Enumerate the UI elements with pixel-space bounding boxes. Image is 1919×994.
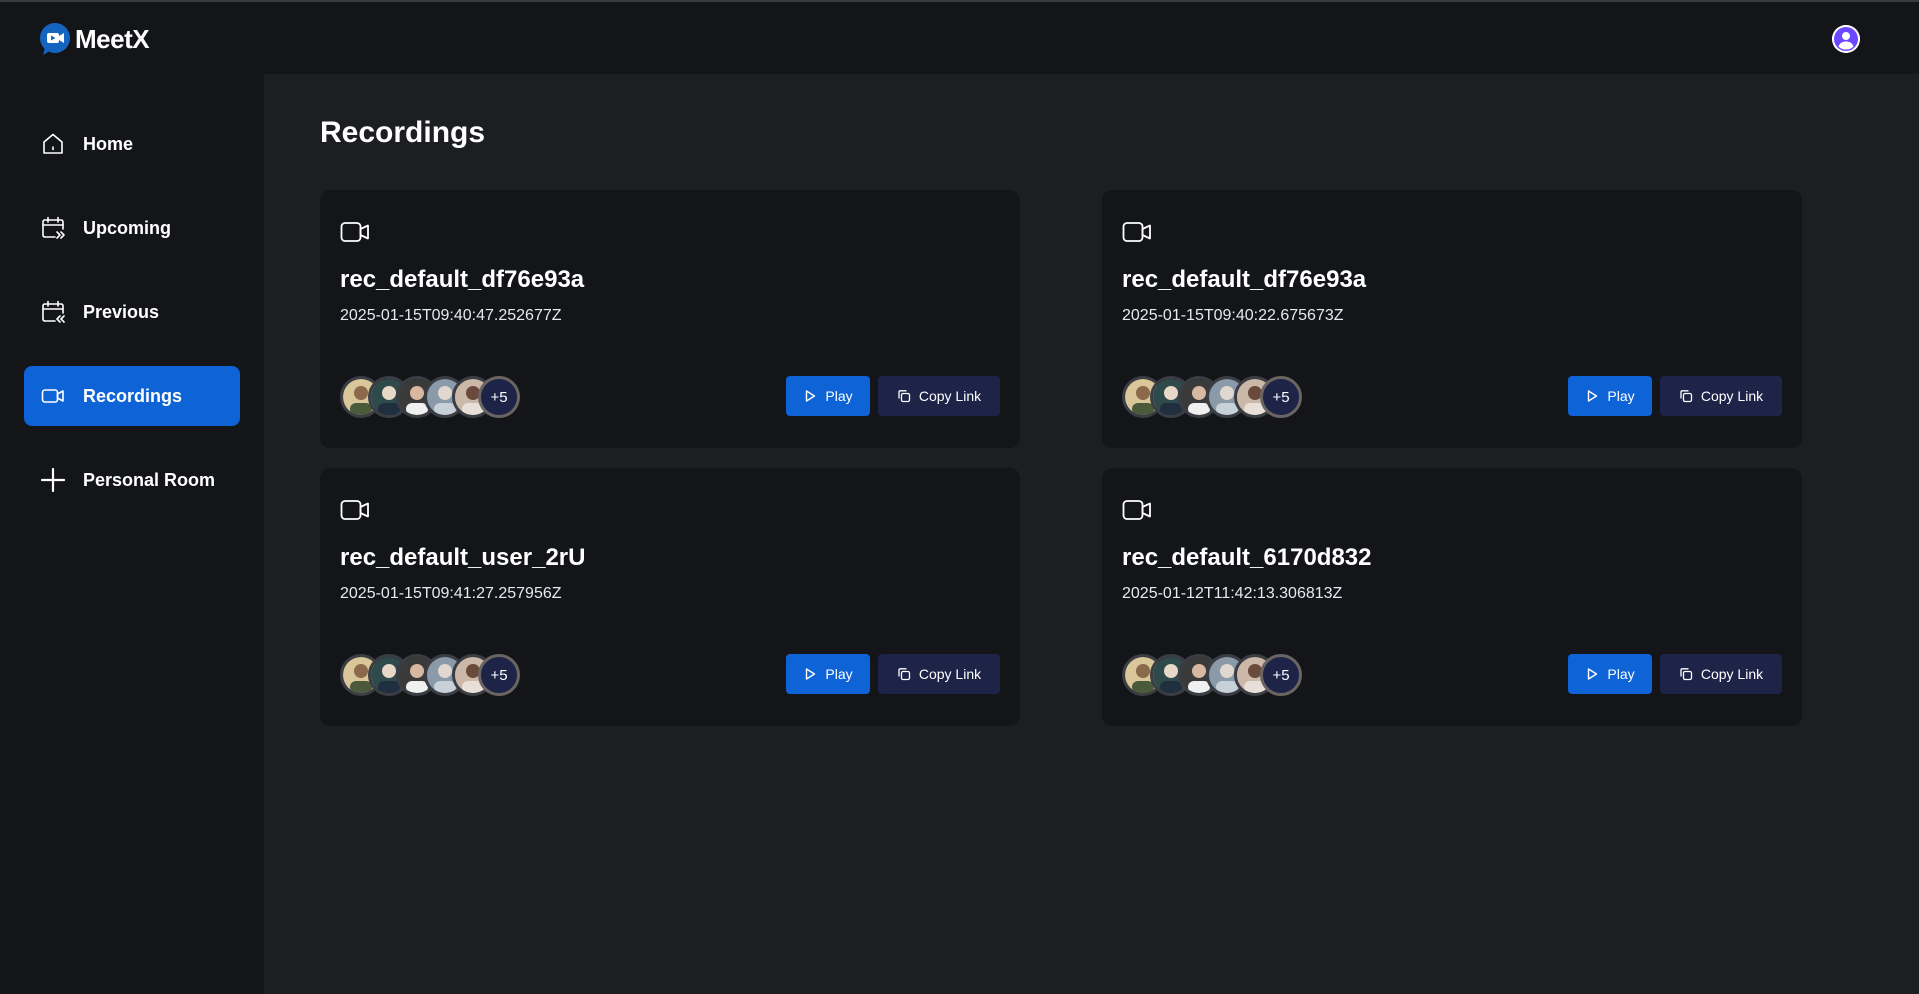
sidebar-item-label: Personal Room — [83, 469, 216, 490]
copy-link-button-label: Copy Link — [918, 388, 982, 404]
recording-date: 2025-01-15T09:40:22.675673Z — [1122, 307, 1344, 324]
recording-card: rec_default_df76e93a 2025-01-15T09:40:47… — [320, 190, 1020, 448]
play-button-label: Play — [825, 666, 853, 682]
recording-title: rec_default_df76e93a — [1122, 266, 1367, 293]
sidebar-item-previous[interactable]: Previous — [24, 282, 240, 342]
home-icon — [39, 130, 67, 158]
attendee-avatars: +5 — [340, 654, 520, 696]
sidebar-item-home[interactable]: Home — [24, 114, 240, 174]
copy-icon — [898, 668, 911, 681]
main-content: Recordings rec_default_df76e93a 2025-01-… — [264, 74, 1919, 994]
play-button-label: Play — [825, 388, 853, 404]
video-camera-icon — [340, 500, 369, 520]
user-profile-icon — [1832, 25, 1860, 53]
copy-link-button-label: Copy Link — [1700, 388, 1764, 404]
copy-icon — [1680, 668, 1693, 681]
sidebar: Home Upcoming Previous Recordings Person… — [0, 74, 264, 994]
recording-title: rec_default_6170d832 — [1122, 544, 1372, 571]
attendee-avatars: +5 — [1122, 376, 1302, 418]
copy-link-button[interactable]: Copy Link — [878, 654, 1000, 694]
more-attendees-badge: +5 — [1260, 654, 1302, 696]
video-camera-icon — [340, 222, 369, 242]
recording-title: rec_default_user_2rU — [340, 544, 586, 571]
play-button-label: Play — [1607, 666, 1635, 682]
recording-date: 2025-01-12T11:42:13.306813Z — [1122, 585, 1343, 602]
recording-date: 2025-01-15T09:40:47.252677Z — [340, 307, 562, 324]
more-attendees-badge: +5 — [1260, 376, 1302, 418]
recording-card: rec_default_df76e93a 2025-01-15T09:40:22… — [1102, 190, 1802, 448]
play-icon — [806, 390, 816, 402]
attendee-avatars: +5 — [1122, 654, 1302, 696]
meetx-logo-icon — [40, 23, 70, 55]
sidebar-item-label: Home — [83, 133, 134, 154]
video-camera-icon — [1122, 222, 1151, 242]
sidebar-item-recordings[interactable]: Recordings — [24, 366, 240, 426]
play-icon — [1588, 390, 1598, 402]
play-icon — [806, 668, 816, 680]
sidebar-item-personal-room[interactable]: Personal Room — [24, 450, 240, 510]
app-name: MeetX — [75, 23, 150, 54]
recording-card: rec_default_6170d832 2025-01-12T11:42:13… — [1102, 468, 1802, 726]
video-camera-icon — [1122, 500, 1151, 520]
more-attendees-badge: +5 — [478, 376, 520, 418]
copy-link-button-label: Copy Link — [1700, 666, 1764, 682]
play-icon — [1588, 668, 1598, 680]
sidebar-item-label: Previous — [83, 301, 160, 322]
sidebar-item-label: Upcoming — [83, 217, 171, 238]
recording-card: rec_default_user_2rU 2025-01-15T09:41:27… — [320, 468, 1020, 726]
user-avatar-icon[interactable] — [1832, 25, 1860, 53]
calendar-upcoming-icon — [39, 214, 67, 242]
play-button-label: Play — [1607, 388, 1635, 404]
top-navbar: MeetX — [0, 2, 1919, 74]
copy-link-button[interactable]: Copy Link — [1660, 654, 1782, 694]
calendar-previous-icon — [39, 298, 67, 326]
copy-link-button[interactable]: Copy Link — [1660, 376, 1782, 416]
brand[interactable]: MeetX — [39, 22, 150, 56]
copy-link-button[interactable]: Copy Link — [878, 376, 1000, 416]
video-icon — [39, 382, 67, 410]
recording-date: 2025-01-15T09:41:27.257956Z — [340, 585, 562, 602]
plus-icon — [39, 466, 67, 494]
sidebar-item-upcoming[interactable]: Upcoming — [24, 198, 240, 258]
more-attendees-badge: +5 — [478, 654, 520, 696]
recording-title: rec_default_df76e93a — [340, 266, 585, 293]
play-button[interactable]: Play — [1568, 376, 1652, 416]
attendee-avatars: +5 — [340, 376, 520, 418]
sidebar-item-label: Recordings — [83, 385, 183, 406]
copy-link-button-label: Copy Link — [918, 666, 982, 682]
copy-icon — [1680, 390, 1693, 403]
play-button[interactable]: Play — [1568, 654, 1652, 694]
play-button[interactable]: Play — [786, 376, 870, 416]
copy-icon — [898, 390, 911, 403]
page-title: Recordings — [320, 116, 486, 149]
play-button[interactable]: Play — [786, 654, 870, 694]
